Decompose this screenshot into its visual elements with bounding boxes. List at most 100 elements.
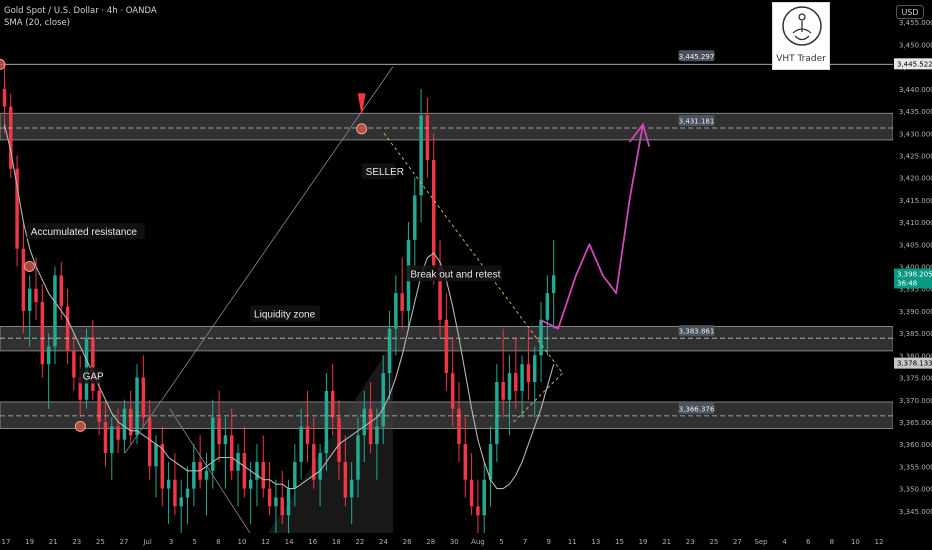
y-tick-8: 3,385.000 — [899, 330, 932, 338]
liquidity-shade — [267, 342, 393, 533]
candle-body-5 — [34, 288, 38, 303]
candle-body-32 — [204, 470, 209, 480]
x-tick-5: 27 — [120, 538, 129, 546]
candle-body-80 — [507, 373, 512, 400]
candle-body-86 — [545, 293, 550, 320]
x-tick-6: Jul — [142, 538, 152, 546]
candle-body-28 — [179, 497, 183, 507]
x-tick-2: 21 — [49, 538, 58, 546]
candle-body-8 — [53, 275, 57, 347]
candle-body-21 — [135, 377, 139, 436]
y-tick-14: 3,415.000 — [899, 197, 932, 205]
candle-body-74 — [469, 479, 474, 507]
candle-body-57 — [362, 408, 367, 436]
x-tick-9: 8 — [216, 538, 220, 546]
y-tick-12: 3,405.000 — [899, 241, 932, 249]
candle-body-83 — [526, 364, 531, 382]
y-tick-4: 3,365.000 — [899, 419, 932, 427]
x-tick-36: 10 — [851, 538, 860, 546]
x-tick-4: 25 — [96, 538, 105, 546]
candle-body-41 — [261, 461, 266, 489]
x-tick-20: Aug — [471, 538, 485, 546]
candle-body-77 — [488, 444, 493, 480]
candle-body-17 — [110, 426, 114, 454]
x-tick-17: 26 — [403, 538, 412, 546]
price-tag-1: 3,398.205 — [897, 270, 932, 278]
annotation-1: GAP — [83, 372, 104, 383]
candle-body-59 — [375, 426, 379, 445]
x-tick-15: 22 — [355, 538, 364, 546]
lotus-icon — [782, 6, 822, 46]
x-tick-13: 16 — [308, 538, 317, 546]
candle-body-35 — [223, 435, 228, 445]
candle-body-81 — [514, 373, 518, 391]
projection-path — [539, 124, 644, 330]
callout-label-4: 3,366.376 — [679, 405, 715, 413]
candle-body-60 — [381, 373, 385, 427]
candle-body-58 — [368, 408, 373, 445]
candle-body-7 — [46, 346, 51, 365]
candle-body-40 — [255, 461, 259, 480]
x-tick-29: 23 — [686, 538, 695, 546]
x-tick-22: 7 — [523, 538, 527, 546]
x-tick-8: 5 — [193, 538, 197, 546]
candle-body-79 — [501, 381, 505, 400]
callout-label-3: 3,383.861 — [679, 328, 715, 336]
x-tick-26: 15 — [615, 538, 624, 546]
candle-body-43 — [274, 497, 278, 507]
candle-body-51 — [324, 390, 329, 454]
y-tick-9: 3,390.000 — [899, 308, 932, 316]
x-tick-10: 10 — [237, 538, 246, 546]
currency-badge[interactable]: USD — [896, 5, 924, 19]
candle-body-76 — [482, 479, 486, 516]
candle-body-10 — [65, 306, 70, 351]
candle-body-61 — [387, 328, 392, 374]
candle-body-27 — [173, 479, 177, 507]
logo: VHT Trader — [772, 2, 830, 70]
candle-body-26 — [166, 479, 171, 489]
x-tick-32: Sep — [754, 538, 768, 546]
candle-body-6 — [40, 302, 45, 365]
candle-body-42 — [267, 488, 272, 507]
candle-body-22 — [141, 377, 146, 418]
x-tick-16: 24 — [379, 538, 388, 546]
candle-body-70 — [444, 319, 449, 374]
candle-body-45 — [286, 488, 291, 516]
candle-body-0 — [2, 88, 7, 107]
y-tick-3: 3,360.000 — [899, 441, 932, 449]
x-tick-21: 5 — [499, 538, 503, 546]
candle-body-38 — [242, 453, 247, 489]
x-tick-28: 21 — [662, 538, 671, 546]
x-tick-23: 9 — [546, 538, 550, 546]
candle-body-44 — [280, 497, 284, 516]
zone-2 — [0, 401, 894, 430]
x-tick-35: 8 — [830, 538, 834, 546]
candle-body-56 — [356, 435, 360, 480]
y-tick-13: 3,410.000 — [899, 219, 932, 227]
price-tag-0: 3,445.522 — [897, 60, 932, 68]
candle-body-50 — [318, 453, 322, 480]
candle-body-85 — [539, 319, 543, 356]
x-tick-18: 28 — [426, 538, 435, 546]
x-tick-3: 23 — [72, 538, 81, 546]
x-tick-33: 4 — [782, 538, 787, 546]
candle-body-4 — [27, 288, 32, 311]
x-tick-7: 3 — [169, 538, 173, 546]
x-tick-1: 19 — [25, 538, 34, 546]
marker-circle-3 — [74, 420, 86, 432]
candle-body-11 — [72, 350, 76, 378]
candle-body-46 — [293, 461, 297, 489]
candle-body-23 — [147, 417, 152, 467]
x-tick-34: 6 — [806, 538, 811, 546]
annotation-3: SELLER — [366, 167, 404, 178]
candle-body-9 — [59, 275, 64, 307]
x-tick-25: 13 — [591, 538, 600, 546]
seller-arrow-icon — [357, 93, 366, 116]
candle-body-78 — [495, 381, 499, 445]
candle-body-52 — [330, 390, 335, 418]
price-tag-2: 3,378.133 — [897, 360, 932, 368]
candle-body-84 — [532, 355, 537, 382]
x-tick-24: 11 — [568, 538, 577, 546]
candle-body-15 — [97, 390, 101, 422]
y-tick-1: 3,350.000 — [899, 486, 932, 494]
